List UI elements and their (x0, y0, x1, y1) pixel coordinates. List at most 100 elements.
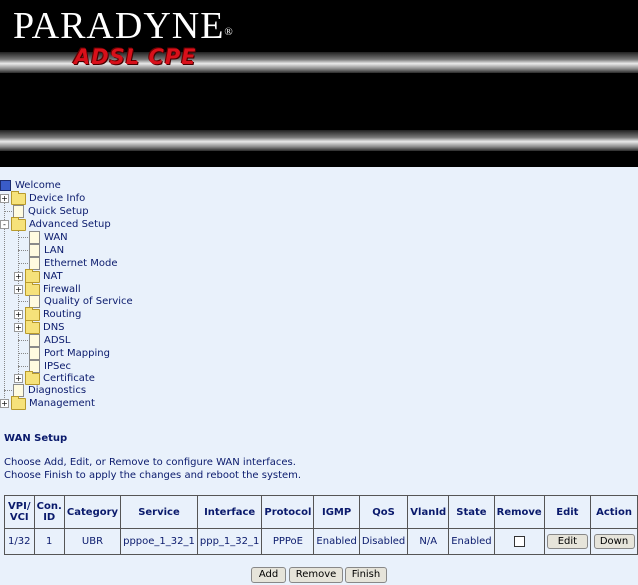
folder-icon (25, 281, 40, 296)
brand-logo: PARADYNE® (13, 4, 234, 48)
tree-item-welcome[interactable]: Welcome (0, 179, 61, 192)
tree-item-adsl[interactable]: ADSL (27, 334, 70, 347)
column-header-igmp: IGMP (313, 495, 360, 529)
tree-item-advanced-setup[interactable]: Advanced Setup (11, 216, 111, 231)
page-title: WAN Setup (4, 433, 68, 444)
cell-interface: ppp_1_32_1 (196, 528, 263, 555)
cell-qos: Disabled (358, 528, 409, 555)
column-header-action: Action (590, 495, 638, 529)
cell-con-id: 1 (33, 528, 65, 555)
tree-item-label: IPSec (44, 361, 71, 372)
column-header-vpi-vci: VPI/VCI (4, 495, 35, 529)
expand-icon[interactable]: + (0, 399, 9, 408)
tree-item-label: Diagnostics (28, 385, 87, 396)
column-header-qos: QoS (358, 495, 409, 529)
tree-item-ethernet-mode[interactable]: Ethernet Mode (27, 257, 118, 270)
tree-item-label: Ethernet Mode (44, 258, 118, 269)
document-icon (29, 347, 40, 360)
instruction-text: Choose Add, Edit, or Remove to configure… (4, 457, 296, 468)
tree-item-device-info[interactable]: Device Info (11, 190, 86, 205)
tree-item-dns[interactable]: DNS (25, 319, 65, 334)
open-folder-icon (11, 216, 26, 231)
header-text: VPI/ (8, 501, 31, 512)
cell-state: Enabled (448, 528, 495, 555)
tree-item-label: DNS (43, 322, 65, 333)
expand-icon[interactable]: + (14, 310, 23, 319)
tree-item-label: ADSL (44, 335, 71, 346)
brand-name: PARADYNE (13, 5, 225, 47)
cell-category: UBR (63, 528, 122, 555)
folder-icon (25, 319, 40, 334)
cell-edit: Edit (543, 528, 592, 555)
tree-item-label: NAT (43, 271, 63, 282)
tree-item-port-mapping[interactable]: Port Mapping (27, 347, 110, 360)
folder-icon (25, 370, 40, 385)
expand-icon[interactable]: + (14, 285, 23, 294)
folder-icon (11, 190, 26, 205)
cell-action: Down (590, 528, 638, 555)
column-header-con-id: Con. ID (33, 495, 65, 529)
tree-item-label: Device Info (29, 193, 86, 204)
finish-button[interactable]: Finish (345, 567, 387, 583)
tree-item-label: LAN (44, 245, 65, 256)
down-button[interactable]: Down (593, 534, 635, 549)
cell-protocol: PPPoE (261, 528, 315, 555)
expand-icon[interactable]: + (14, 374, 23, 383)
tree-item-label: Quick Setup (28, 206, 89, 217)
tree-item-routing[interactable]: Routing (25, 306, 82, 321)
remove-button[interactable]: Remove (289, 567, 343, 583)
edit-button[interactable]: Edit (546, 534, 588, 549)
column-header-interface: Interface (196, 495, 263, 529)
column-header-service: Service (120, 495, 198, 529)
wan-interfaces-table: VPI/VCI Con. ID Category Service Interfac… (4, 495, 638, 555)
document-icon (29, 231, 40, 244)
cell-igmp: Enabled (313, 528, 360, 555)
registered-mark: ® (224, 26, 234, 38)
product-name: ADSL CPE (74, 45, 197, 69)
column-header-vlanid: VlanId (407, 495, 450, 529)
cell-remove (493, 528, 545, 555)
tree-item-label: Routing (43, 309, 82, 320)
cell-vlanid: N/A (407, 528, 450, 555)
instruction-text: Choose Finish to apply the changes and r… (4, 470, 302, 481)
column-header-category: Category (63, 495, 122, 529)
tree-item-wan[interactable]: WAN (27, 231, 68, 244)
header-text: ID (43, 512, 56, 523)
tree-item-label: Quality of Service (44, 296, 133, 307)
header-banner: PARADYNE® ADSL CPE (0, 0, 638, 167)
header-text: VCI (9, 512, 29, 523)
expand-icon[interactable]: + (0, 194, 9, 203)
tree-item-management[interactable]: Management (11, 395, 95, 410)
cell-vpi-vci: 1/32 (4, 528, 35, 555)
document-icon (29, 244, 40, 257)
add-button[interactable]: Add (251, 567, 286, 583)
column-header-state: State (448, 495, 495, 529)
column-header-edit: Edit (543, 495, 592, 529)
tree-item-quick-setup[interactable]: Quick Setup (11, 205, 89, 218)
tree-item-diagnostics[interactable]: Diagnostics (11, 384, 86, 397)
table-header-row: VPI/VCI Con. ID Category Service Interfac… (4, 495, 638, 529)
tree-item-label: Port Mapping (44, 348, 110, 359)
remove-checkbox[interactable] (513, 535, 525, 547)
collapse-icon[interactable]: - (0, 220, 9, 229)
tree-connector (18, 230, 19, 378)
tree-item-label: WAN (44, 232, 68, 243)
computer-icon (0, 180, 11, 191)
tree-item-label: Certificate (43, 373, 95, 384)
expand-icon[interactable]: + (14, 323, 23, 332)
tree-item-lan[interactable]: LAN (27, 244, 64, 257)
column-header-remove: Remove (493, 495, 545, 529)
tree-item-label: Welcome (15, 180, 61, 191)
header-chrome-band-bottom (0, 130, 638, 151)
tree-item-quality-of-service[interactable]: Quality of Service (27, 295, 133, 308)
column-header-protocol: Protocol (261, 495, 315, 529)
tree-item-label: Management (29, 398, 95, 409)
cell-service: pppoe_1_32_1 (120, 528, 198, 555)
document-icon (29, 334, 40, 347)
table-row: 1/32 1 UBR pppoe_1_32_1 ppp_1_32_1 PPPoE… (4, 528, 638, 555)
tree-item-label: Firewall (43, 284, 81, 295)
folder-icon (11, 395, 26, 410)
header-text: Con. (36, 501, 62, 512)
tree-item-label: Advanced Setup (29, 219, 111, 230)
expand-icon[interactable]: + (14, 272, 23, 281)
